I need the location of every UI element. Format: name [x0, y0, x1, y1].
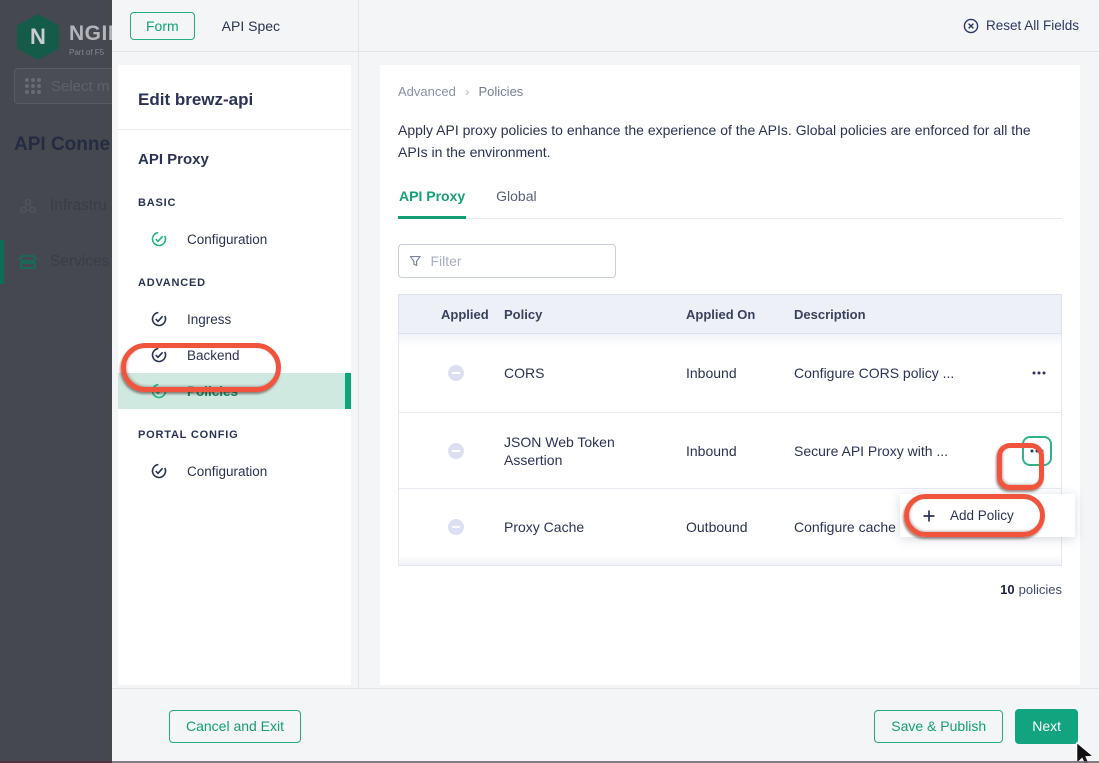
nav-item-policies[interactable]: Policies — [118, 373, 351, 409]
applied-toggle[interactable] — [448, 443, 464, 459]
nginx-logo-subtext: Part of F5 — [69, 48, 112, 57]
check-circle-icon — [151, 463, 167, 479]
nav-item-label: Policies — [187, 384, 238, 399]
sidebar-item-label: Services — [50, 253, 109, 271]
col-applied: Applied — [399, 307, 504, 322]
sidebar-item-label: Infrastru — [50, 197, 107, 215]
table-row-jwt: JSON Web Token Assertion Inbound Secure … — [399, 413, 1061, 489]
ellipsis-icon — [1029, 443, 1045, 459]
edit-api-modal: Form API Spec Reset All Fields Edit brew… — [112, 0, 1099, 763]
nav-group-advanced: ADVANCED — [118, 265, 351, 301]
breadcrumb: Advanced › Policies — [398, 83, 1062, 99]
check-circle-icon — [151, 347, 167, 363]
table-row-cors: CORS Inbound Configure CORS policy ... — [399, 334, 1061, 413]
panel-description: Apply API proxy policies to enhance the … — [398, 120, 1060, 163]
check-circle-icon — [151, 231, 167, 247]
tab-api-spec[interactable]: API Spec — [222, 18, 280, 34]
nginx-hexagon-icon: N — [17, 14, 59, 60]
workspace-select-label: Select m — [51, 78, 109, 95]
reset-all-fields-label: Reset All Fields — [986, 18, 1079, 33]
nav-item-ingress[interactable]: Ingress — [118, 301, 351, 337]
nav-item-label: Ingress — [187, 312, 231, 327]
next-button[interactable]: Next — [1015, 709, 1078, 744]
workspace-select[interactable]: Select m — [14, 68, 112, 104]
nav-item-configuration[interactable]: Configuration — [118, 221, 351, 257]
plus-icon — [922, 509, 936, 523]
modal-topbar: Form API Spec Reset All Fields — [112, 0, 1099, 52]
policy-name: CORS — [504, 364, 686, 382]
filter-funnel-icon — [409, 254, 421, 268]
tab-global[interactable]: Global — [495, 188, 537, 219]
filter-input[interactable] — [430, 253, 605, 269]
breadcrumb-advanced[interactable]: Advanced — [398, 84, 456, 99]
policy-tabs: API Proxy Global — [398, 188, 1062, 219]
policies-count: 10 policies — [398, 582, 1062, 597]
row-context-menu: Add Policy — [900, 494, 1075, 537]
services-icon — [18, 252, 38, 272]
sidebar-item-infrastructure[interactable]: Infrastru — [0, 180, 112, 232]
nav-item-label: Configuration — [187, 232, 267, 247]
app-title: API Conne — [14, 134, 110, 156]
breadcrumb-policies: Policies — [479, 84, 524, 99]
nginx-logo-text: NGINX — [69, 22, 112, 46]
policies-count-value: 10 — [1000, 582, 1014, 597]
applied-on-value: Outbound — [686, 519, 794, 535]
nav-item-backend[interactable]: Backend — [118, 337, 351, 373]
policies-count-label: policies — [1019, 582, 1062, 597]
col-applied-on: Applied On — [686, 307, 794, 322]
modal-footer: Cancel and Exit Save & Publish Next — [112, 688, 1099, 763]
applied-toggle[interactable] — [448, 365, 464, 381]
nav-group-portal-config: PORTAL CONFIG — [118, 417, 351, 453]
reset-circle-x-icon — [963, 18, 979, 34]
applied-on-value: Inbound — [686, 443, 794, 459]
nginx-logo: N NGINX Part of F5 — [17, 14, 112, 60]
applied-toggle[interactable] — [448, 519, 464, 535]
check-circle-icon — [151, 311, 167, 327]
vertical-divider — [358, 0, 359, 763]
infrastructure-icon — [18, 196, 38, 216]
check-circle-icon — [151, 383, 167, 399]
col-policy: Policy — [504, 307, 686, 322]
sidebar-item-services[interactable]: Services — [0, 236, 112, 288]
table-header: Applied Policy Applied On Description — [398, 294, 1062, 334]
row-menu-button[interactable] — [1017, 365, 1061, 381]
policy-name: Proxy Cache — [504, 518, 686, 536]
nav-group-basic: BASIC — [118, 185, 351, 221]
step-nav: API Proxy BASIC Configuration ADVANCED I… — [118, 130, 351, 489]
nav-section-title: API Proxy — [118, 141, 351, 177]
policies-panel: Advanced › Policies Apply API proxy poli… — [380, 65, 1080, 685]
description-value: Configure CORS policy ... — [794, 365, 1017, 381]
row-menu-button-active[interactable] — [1022, 436, 1052, 466]
nav-item-portal-configuration[interactable]: Configuration — [118, 453, 351, 489]
edit-sidebar-card: Edit brewz-api API Proxy BASIC Configura… — [118, 65, 351, 685]
grid-icon — [25, 78, 41, 94]
nav-item-label: Backend — [187, 348, 240, 363]
ellipsis-icon — [1031, 365, 1047, 381]
add-policy-menu-item[interactable]: Add Policy — [950, 508, 1014, 523]
dimmed-background: N NGINX Part of F5 Select m API Conne In… — [0, 0, 112, 763]
nav-item-label: Configuration — [187, 464, 267, 479]
tab-api-proxy[interactable]: API Proxy — [398, 188, 466, 219]
applied-on-value: Inbound — [686, 365, 794, 381]
description-value: Secure API Proxy with ... — [794, 443, 1017, 459]
policy-name: JSON Web Token Assertion — [504, 433, 686, 469]
cancel-and-exit-button[interactable]: Cancel and Exit — [169, 710, 301, 743]
filter-field[interactable] — [398, 244, 616, 278]
reset-all-fields-button[interactable]: Reset All Fields — [963, 18, 1079, 34]
chevron-right-icon: › — [465, 83, 470, 99]
modal-title: Edit brewz-api — [118, 65, 351, 129]
tab-form[interactable]: Form — [130, 12, 195, 40]
col-description: Description — [794, 307, 1017, 322]
save-and-publish-button[interactable]: Save & Publish — [874, 710, 1003, 743]
